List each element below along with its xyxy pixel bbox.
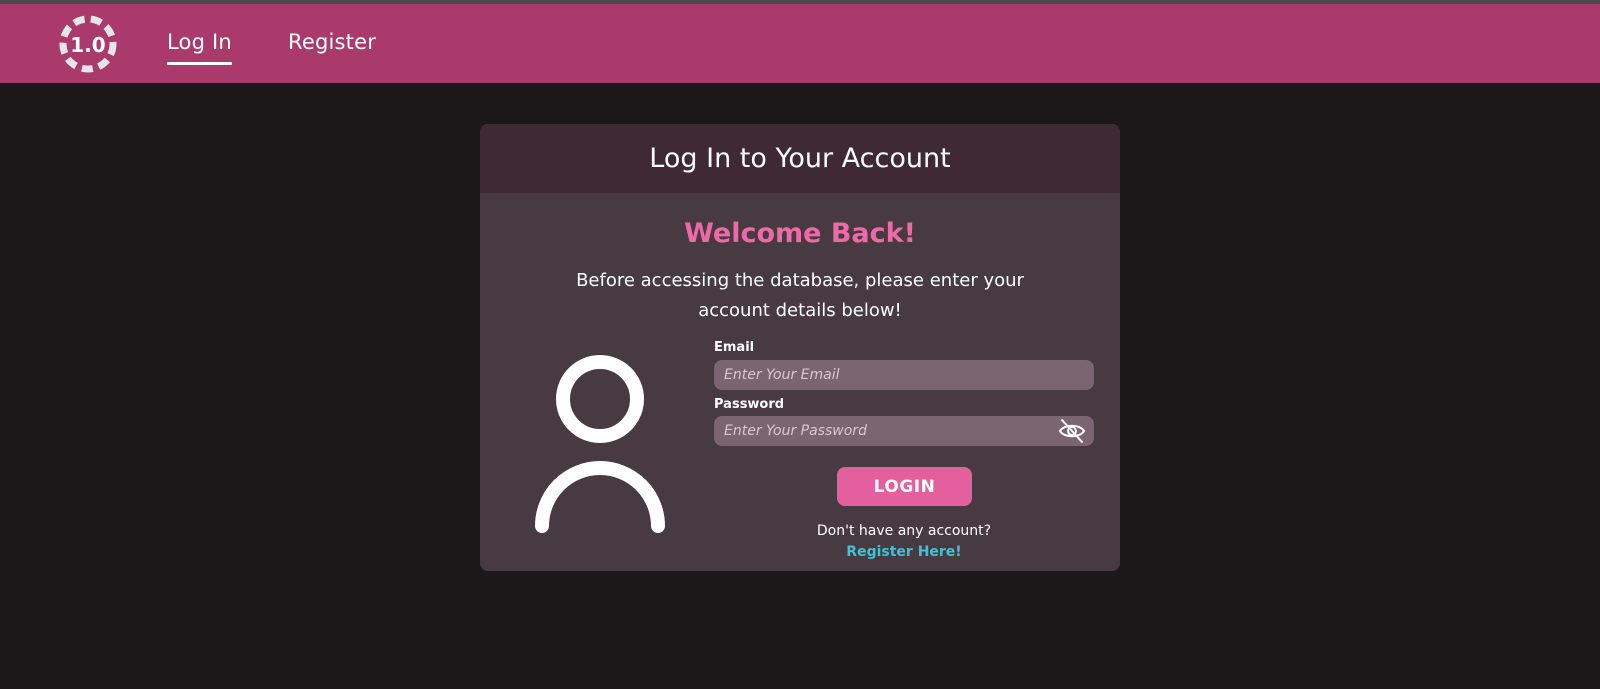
nav-link-register[interactable]: Register (288, 30, 376, 54)
login-button[interactable]: LOGIN (837, 467, 972, 506)
logo-text: 1.0 (70, 33, 105, 57)
login-card: Log In to Your Account Welcome Back! Bef… (480, 124, 1120, 571)
logo-icon[interactable]: 1.0 (58, 14, 118, 74)
card-title: Log In to Your Account (649, 143, 951, 174)
nav-link-login[interactable]: Log In (167, 30, 232, 65)
no-account-text: Don't have any account? (816, 523, 992, 539)
password-label: Password (714, 397, 785, 412)
password-input[interactable] (714, 416, 1094, 446)
intro-text: Before accessing the database, please en… (576, 270, 1024, 321)
card-header: Log In to Your Account (480, 124, 1120, 193)
welcome-heading: Welcome Back! (684, 218, 916, 249)
nav-link-login-label: Log In (167, 30, 232, 54)
nav-link-register-label: Register (288, 30, 377, 54)
user-outline-icon (535, 355, 665, 533)
eye-off-icon[interactable] (1058, 418, 1086, 444)
navbar: 1.0 Log In Register (0, 4, 1600, 83)
register-link[interactable]: Register Here! (714, 544, 1094, 560)
active-tab-underline (167, 62, 232, 65)
email-input[interactable] (714, 360, 1094, 390)
email-label: Email (714, 340, 755, 355)
